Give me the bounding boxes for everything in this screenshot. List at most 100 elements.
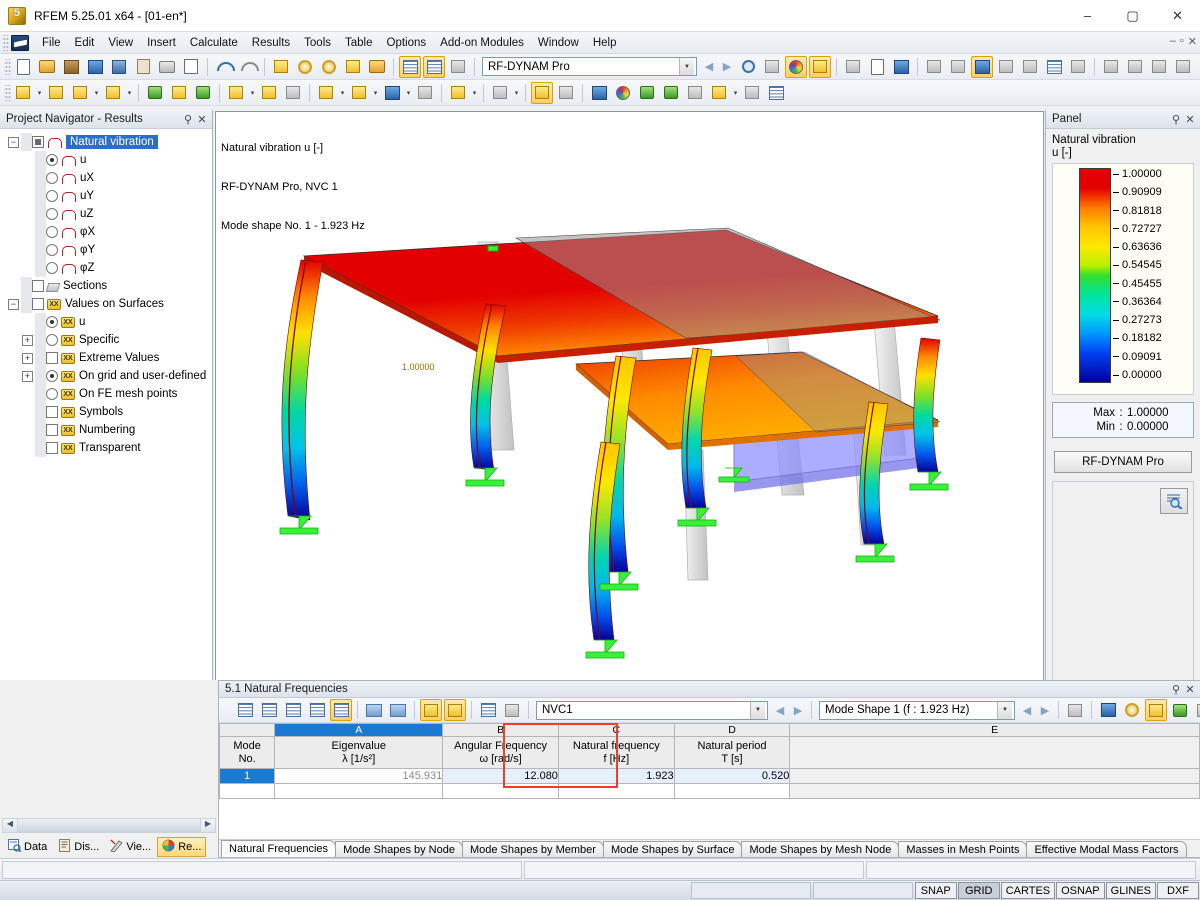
radio-unselected-icon[interactable]	[46, 262, 58, 274]
radio-unselected-icon[interactable]	[46, 388, 58, 400]
row-1-e[interactable]	[790, 769, 1200, 784]
result-windows-dropdown-icon[interactable]: ▾	[731, 82, 740, 104]
new-opening-dropdown-icon[interactable]: ▾	[338, 82, 347, 104]
grid-corner[interactable]	[220, 724, 275, 737]
pin-icon[interactable]: ⚲	[181, 113, 195, 126]
render-quality-icon[interactable]	[1067, 56, 1089, 78]
row-1-angular-frequency[interactable]: 12.080	[443, 769, 559, 784]
new-solid-dropdown-icon[interactable]: ▾	[371, 82, 380, 104]
print-icon[interactable]	[156, 56, 178, 78]
nav-item-u[interactable]: XXu	[0, 313, 212, 331]
rotate-view-icon[interactable]	[318, 56, 340, 78]
natural-vibration-icon[interactable]	[531, 82, 553, 104]
checkbox-filled-icon[interactable]	[32, 136, 44, 148]
new-imperfection-dropdown-icon[interactable]: ▾	[470, 82, 479, 104]
addon-module-combo[interactable]: RF-DYNAM Pro ▼	[482, 57, 697, 76]
checkbox-unchecked-icon[interactable]	[46, 442, 58, 454]
menu-insert[interactable]: Insert	[140, 34, 183, 52]
radio-unselected-icon[interactable]	[46, 208, 58, 220]
document-minimize-button[interactable]: –	[1170, 35, 1176, 48]
fe-mesh-icon[interactable]	[1043, 56, 1065, 78]
row-2-eigenvalue[interactable]	[275, 784, 443, 799]
table-filter-icon[interactable]	[306, 699, 328, 721]
row-1-mode-no[interactable]: 1	[220, 769, 275, 784]
wireframe-icon[interactable]	[995, 56, 1017, 78]
tab-mode-shapes-by-member[interactable]: Mode Shapes by Member	[462, 841, 604, 857]
nvc-prev-icon[interactable]: ◀	[771, 700, 789, 720]
support-reactions-icon[interactable]	[660, 82, 682, 104]
row-1-natural-frequency[interactable]: 1.923	[558, 769, 674, 784]
document-close-button[interactable]: ✕	[1188, 35, 1197, 48]
status-dxf[interactable]: DXF	[1157, 882, 1199, 899]
tab-mode-shapes-by-node[interactable]: Mode Shapes by Node	[335, 841, 463, 857]
rf-dynam-pro-button[interactable]: RF-DYNAM Pro	[1054, 451, 1192, 473]
nav-item-ux[interactable]: uX	[0, 169, 212, 187]
new-dimension-dropdown-icon[interactable]: ▾	[92, 82, 101, 104]
visibility-icon[interactable]	[923, 56, 945, 78]
menu-view[interactable]: View	[101, 34, 140, 52]
pick-point-icon[interactable]	[294, 56, 316, 78]
undo-icon[interactable]	[213, 56, 235, 78]
table-sort-icon[interactable]	[282, 699, 304, 721]
navigator-tree[interactable]: −Natural vibrationuuXuYuZφXφYφZSections−…	[0, 129, 212, 762]
checkbox-unchecked-icon[interactable]	[46, 352, 58, 364]
row-2-natural-frequency[interactable]	[558, 784, 674, 799]
nav-item-z[interactable]: φZ	[0, 259, 212, 277]
nav-item-on-fe-mesh-points[interactable]: XXOn FE mesh points	[0, 385, 212, 403]
menu-edit[interactable]: Edit	[68, 34, 102, 52]
display-surfaces-icon[interactable]	[971, 56, 993, 78]
result-windows-icon[interactable]	[708, 82, 730, 104]
measure-icon[interactable]	[1100, 56, 1122, 78]
table-chart-icon[interactable]	[501, 699, 523, 721]
natural-frequencies-table[interactable]: A B C D E Mode No. Eigenvalue	[219, 723, 1200, 799]
radio-selected-icon[interactable]	[46, 154, 58, 166]
toolbar-grip-2[interactable]	[4, 85, 11, 101]
tree-expander-icon[interactable]: +	[22, 371, 33, 382]
close-icon[interactable]: ✕	[195, 113, 209, 126]
table-pin-icon[interactable]: ⚲	[1169, 683, 1183, 696]
radio-unselected-icon[interactable]	[46, 244, 58, 256]
navigator-bottom-scrollbar[interactable]: ◀ ▶	[2, 818, 216, 833]
column-header-b[interactable]: B	[443, 724, 559, 737]
tab-effective-modal-mass-factors[interactable]: Effective Modal Mass Factors	[1026, 841, 1186, 857]
radio-selected-icon[interactable]	[46, 370, 58, 382]
model-rotate-dropdown-icon[interactable]: ▾	[512, 82, 521, 104]
result-graph-icon[interactable]	[1064, 699, 1086, 721]
panel-close-icon[interactable]: ✕	[1183, 113, 1197, 126]
radio-selected-icon[interactable]	[46, 316, 58, 328]
nav-tab-re-button[interactable]: Re...	[157, 837, 206, 857]
glasses-icon[interactable]	[842, 56, 864, 78]
prev-module-icon[interactable]: ◀	[700, 57, 718, 77]
table-prev-page-icon[interactable]	[363, 699, 385, 721]
cross-section-icon[interactable]	[1172, 56, 1194, 78]
nav-item-u[interactable]: u	[0, 151, 212, 169]
navigator-tab-buttons[interactable]: DataDis...Vie...Re...	[0, 836, 218, 858]
nav-item-uy[interactable]: uY	[0, 187, 212, 205]
menu-table[interactable]: Table	[338, 34, 380, 52]
tab-mode-shapes-by-mesh-node[interactable]: Mode Shapes by Mesh Node	[741, 841, 899, 857]
new-contact-icon[interactable]	[381, 82, 403, 104]
next-module-icon[interactable]: ▶	[718, 57, 736, 77]
mode-next-icon[interactable]: ▶	[1036, 700, 1054, 720]
tree-expander-icon[interactable]: −	[8, 137, 19, 148]
color-spectrum-icon[interactable]	[612, 82, 634, 104]
new-contact-dropdown-icon[interactable]: ▾	[404, 82, 413, 104]
row-2-angular-frequency[interactable]	[443, 784, 559, 799]
chevron-down-icon[interactable]: ▼	[679, 58, 694, 75]
calculator-icon[interactable]	[1193, 699, 1200, 721]
new-solid-icon[interactable]	[348, 82, 370, 104]
new-window-icon[interactable]	[366, 56, 388, 78]
table-diagram-icon[interactable]	[330, 699, 352, 721]
status-cartes[interactable]: CARTES	[1001, 882, 1055, 899]
mode-shape-chevron-down-icon[interactable]: ▼	[997, 702, 1012, 719]
new-support-icon[interactable]	[144, 82, 166, 104]
table-grid-icon[interactable]	[477, 699, 499, 721]
new-node-dropdown-icon[interactable]: ▾	[35, 82, 44, 104]
render-result-icon[interactable]	[737, 56, 759, 78]
structure-3d-model[interactable]	[216, 120, 1038, 665]
result-values-icon[interactable]	[761, 56, 783, 78]
nav-tab-vie-button[interactable]: Vie...	[105, 837, 156, 857]
new-polyline-icon[interactable]	[102, 82, 124, 104]
results-grid-area[interactable]: A B C D E Mode No. Eigenvalue	[219, 723, 1200, 839]
menu-help[interactable]: Help	[586, 34, 624, 52]
